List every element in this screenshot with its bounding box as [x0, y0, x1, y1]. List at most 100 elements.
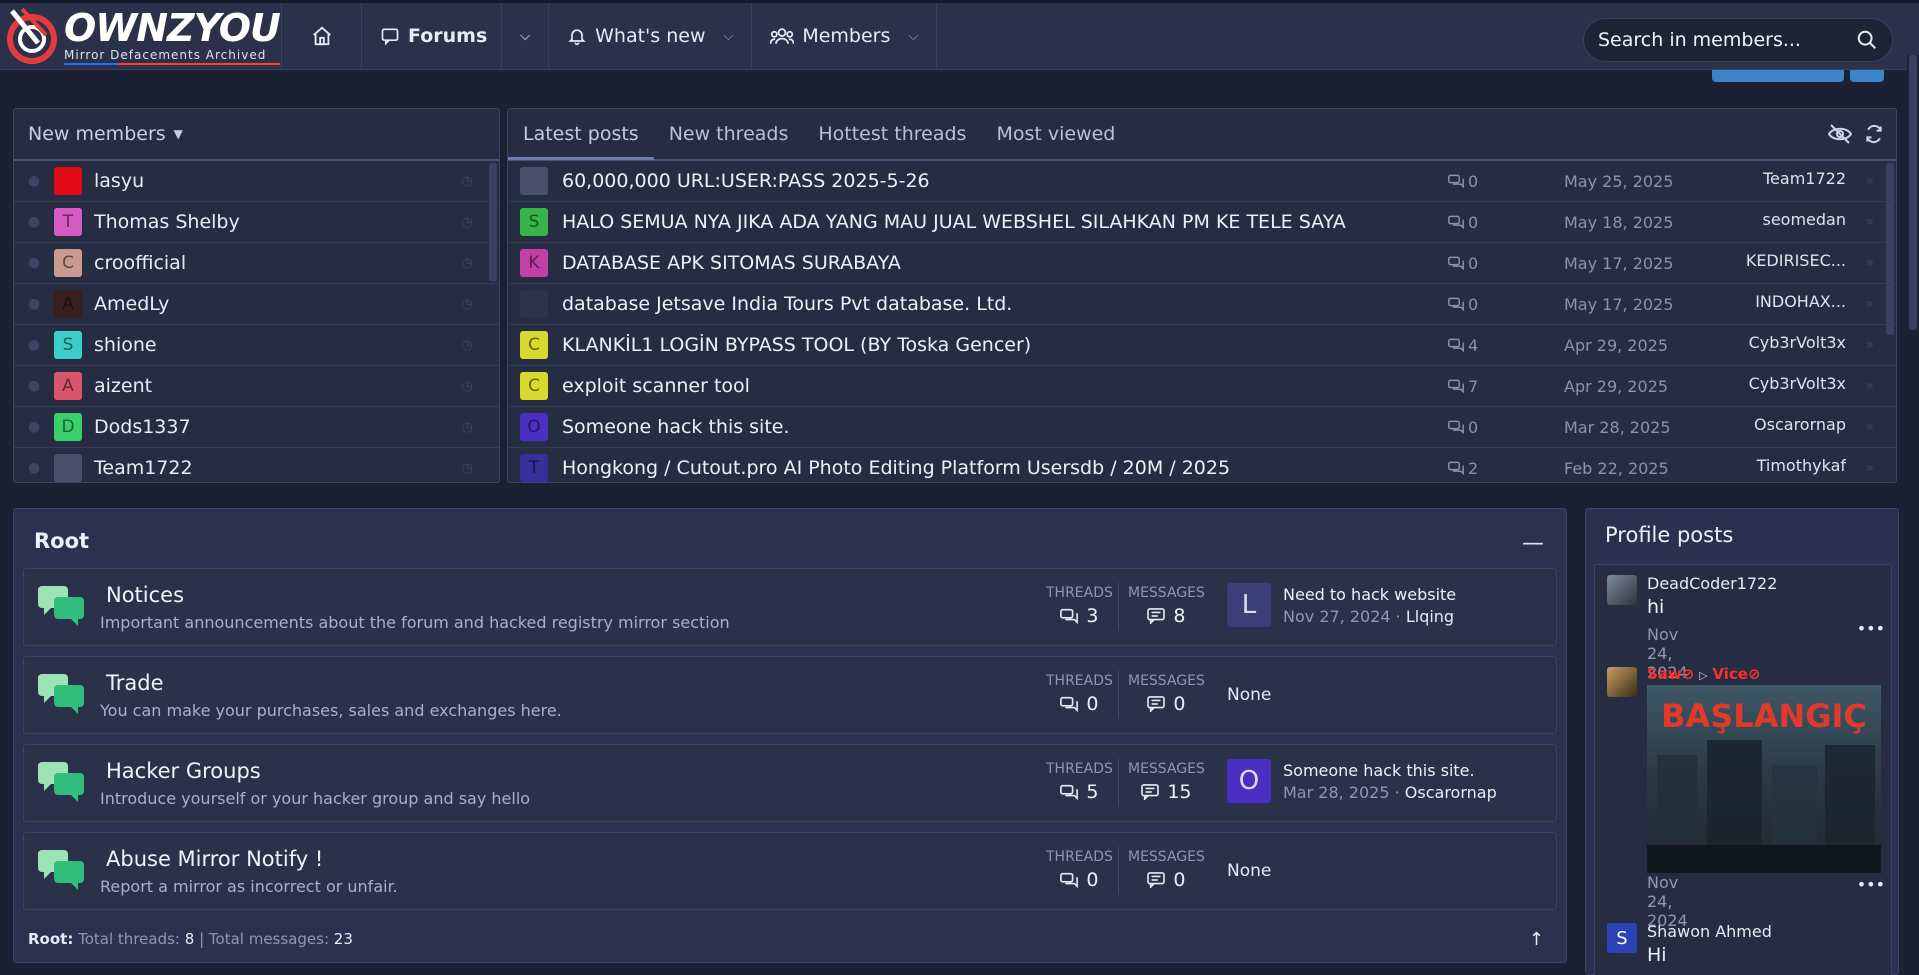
tab-latest-posts[interactable]: Latest posts: [508, 110, 654, 160]
latest-post-title[interactable]: Someone hack this site.: [1283, 761, 1497, 780]
avatar[interactable]: S: [520, 208, 548, 236]
eye-slash-icon[interactable]: [1828, 123, 1852, 145]
collapse-icon[interactable]: —: [1522, 531, 1544, 556]
member-row[interactable]: ● Aaizent ◷: [14, 366, 499, 407]
avatar[interactable]: C: [54, 249, 82, 277]
forum-node[interactable]: Abuse Mirror Notify ! Report a mirror as …: [23, 832, 1557, 910]
avatar[interactable]: L: [1227, 583, 1271, 627]
page-scrollbar-thumb[interactable]: [1909, 55, 1917, 330]
profile-post-author[interactable]: Shawon Ahmed: [1647, 922, 1772, 941]
more-options-icon[interactable]: •••: [1857, 619, 1885, 638]
member-search-box[interactable]: [1583, 18, 1893, 62]
member-name[interactable]: AmedLy: [94, 293, 169, 315]
avatar[interactable]: O: [520, 413, 548, 441]
nav-members[interactable]: Members ⌵: [752, 3, 938, 69]
profile-posts-title[interactable]: Profile posts: [1605, 523, 1733, 547]
member-name[interactable]: lasyu: [94, 170, 144, 192]
posts-scrollbar[interactable]: [1886, 163, 1894, 335]
post-date[interactable]: Mar 28, 2025: [1564, 418, 1671, 437]
member-row[interactable]: ● A AmedLy ◷: [14, 284, 499, 325]
post-row[interactable]: Cexploit scanner tool 7 Apr 29, 2025 Cyb3rV…: [508, 366, 1896, 407]
post-author[interactable]: Oscarornap: [1736, 415, 1846, 434]
post-author[interactable]: KEDIRISEC...: [1736, 251, 1846, 270]
member-name[interactable]: Thomas Shelby: [94, 211, 240, 233]
thread-title[interactable]: 60,000,000 URL:USER:PASS 2025-5-26: [562, 170, 1442, 192]
nav-forums[interactable]: Forums ⌵: [362, 3, 550, 69]
thread-title[interactable]: KLANKİL1 LOGİN BYPASS TOOL (BY Toska Gen…: [562, 334, 1442, 356]
post-author[interactable]: Cyb3rVolt3x: [1736, 333, 1846, 352]
root-category-title[interactable]: Root: [34, 529, 89, 553]
chevron-down-icon[interactable]: ⌵: [723, 29, 733, 44]
latest-post-title[interactable]: Need to hack website: [1283, 585, 1456, 604]
post-row[interactable]: S HALO SEMUA NYA JIKA ADA YANG MAU JUAL W…: [508, 202, 1896, 243]
member-name[interactable]: shione: [94, 334, 157, 356]
post-row[interactable]: T Hongkong / Cutout.pro AI Photo Editing …: [508, 448, 1896, 482]
thread-title[interactable]: Someone hack this site.: [562, 416, 1442, 438]
forum-title[interactable]: Hacker Groups: [106, 759, 261, 783]
post-row[interactable]: 60,000,000 URL:USER:PASS 2025-5-26 0 May 2…: [508, 161, 1896, 202]
refresh-icon[interactable]: [1864, 123, 1884, 145]
avatar[interactable]: T: [54, 208, 82, 236]
post-date[interactable]: May 17, 2025: [1564, 254, 1673, 273]
forum-title[interactable]: Abuse Mirror Notify !: [106, 847, 323, 871]
post-date[interactable]: May 25, 2025: [1564, 172, 1673, 191]
home-nav-button[interactable]: [282, 3, 362, 69]
go-to-last-post-icon[interactable]: »: [1865, 419, 1874, 435]
search-icon[interactable]: [1856, 29, 1878, 51]
post-date[interactable]: Apr 29, 2025: [1564, 377, 1668, 396]
new-members-header[interactable]: New members ▼: [14, 109, 499, 161]
latest-post-date[interactable]: Mar 28, 2025 ·: [1283, 783, 1400, 802]
thread-title[interactable]: exploit scanner tool: [562, 375, 1442, 397]
post-row[interactable]: C KLANKİL1 LOGİN BYPASS TOOL (BY Toska Ge…: [508, 325, 1896, 366]
post-date[interactable]: May 17, 2025: [1564, 295, 1673, 314]
search-input[interactable]: [1598, 29, 1856, 51]
forum-node[interactable]: Hacker Groups Introduce yourself or your …: [23, 744, 1557, 822]
tab-most-viewed[interactable]: Most viewed: [981, 109, 1130, 159]
profile-post-author[interactable]: Saw: [1647, 665, 1682, 683]
forum-title[interactable]: Notices: [106, 583, 184, 607]
avatar[interactable]: A: [54, 290, 82, 318]
post-date[interactable]: Apr 29, 2025: [1564, 336, 1668, 355]
avatar[interactable]: D: [54, 413, 82, 441]
header-action-button-small[interactable]: [1850, 70, 1884, 82]
avatar[interactable]: [520, 167, 548, 195]
member-name[interactable]: Dods1337: [94, 416, 191, 438]
nav-whats-new[interactable]: What's new ⌵: [549, 3, 753, 69]
avatar[interactable]: K: [520, 249, 548, 277]
member-row[interactable]: ● T Thomas Shelby ◷: [14, 202, 499, 243]
thread-title[interactable]: Hongkong / Cutout.pro AI Photo Editing P…: [562, 457, 1442, 479]
member-row[interactable]: ● Ccroofficial ◷: [14, 243, 499, 284]
thread-title[interactable]: HALO SEMUA NYA JIKA ADA YANG MAU JUAL WE…: [562, 211, 1442, 233]
latest-post[interactable]: L Need to hack website Nov 27, 2024 · Llqi…: [1227, 583, 1456, 627]
avatar[interactable]: A: [54, 372, 82, 400]
go-to-last-post-icon[interactable]: »: [1865, 296, 1874, 312]
post-author[interactable]: Timothykaf: [1736, 456, 1846, 475]
member-row[interactable]: ● lasyu ◷: [14, 161, 499, 202]
post-row[interactable]: database Jetsave India Tours Pvt databas…: [508, 284, 1896, 325]
go-to-last-post-icon[interactable]: »: [1865, 378, 1874, 394]
avatar[interactable]: [54, 454, 82, 482]
more-options-icon[interactable]: •••: [1857, 875, 1885, 894]
post-author[interactable]: Team1722: [1736, 169, 1846, 188]
profile-post-target[interactable]: Vice: [1712, 665, 1748, 683]
forums-dropdown-toggle[interactable]: ⌵: [501, 3, 530, 69]
profile-post-author[interactable]: DeadCoder1722: [1647, 574, 1777, 593]
avatar[interactable]: C: [520, 331, 548, 359]
avatar[interactable]: [1607, 575, 1637, 605]
post-author[interactable]: Cyb3rVolt3x: [1736, 374, 1846, 393]
post-date[interactable]: May 18, 2025: [1564, 213, 1673, 232]
avatar[interactable]: S: [54, 331, 82, 359]
go-to-last-post-icon[interactable]: »: [1865, 460, 1874, 476]
forum-node[interactable]: Trade You can make your purchases, sales …: [23, 656, 1557, 734]
avatar[interactable]: [1607, 667, 1637, 697]
post-row[interactable]: K DATABASE APK SITOMAS SURABAYA 0 May 17, 2…: [508, 243, 1896, 284]
member-row[interactable]: ● Sshione ◷: [14, 325, 499, 366]
post-date[interactable]: Feb 22, 2025: [1564, 459, 1669, 478]
member-row[interactable]: ● D Dods1337 ◷: [14, 407, 499, 448]
avatar[interactable]: S: [1607, 923, 1637, 953]
go-to-last-post-icon[interactable]: »: [1865, 255, 1874, 271]
scroll-up-arrow-icon[interactable]: ↑: [1529, 929, 1544, 950]
latest-post[interactable]: O Someone hack this site. Mar 28, 2025 · O…: [1227, 759, 1497, 803]
members-scrollbar[interactable]: [489, 163, 497, 281]
forum-node[interactable]: Notices Important announcements about the…: [23, 568, 1557, 646]
